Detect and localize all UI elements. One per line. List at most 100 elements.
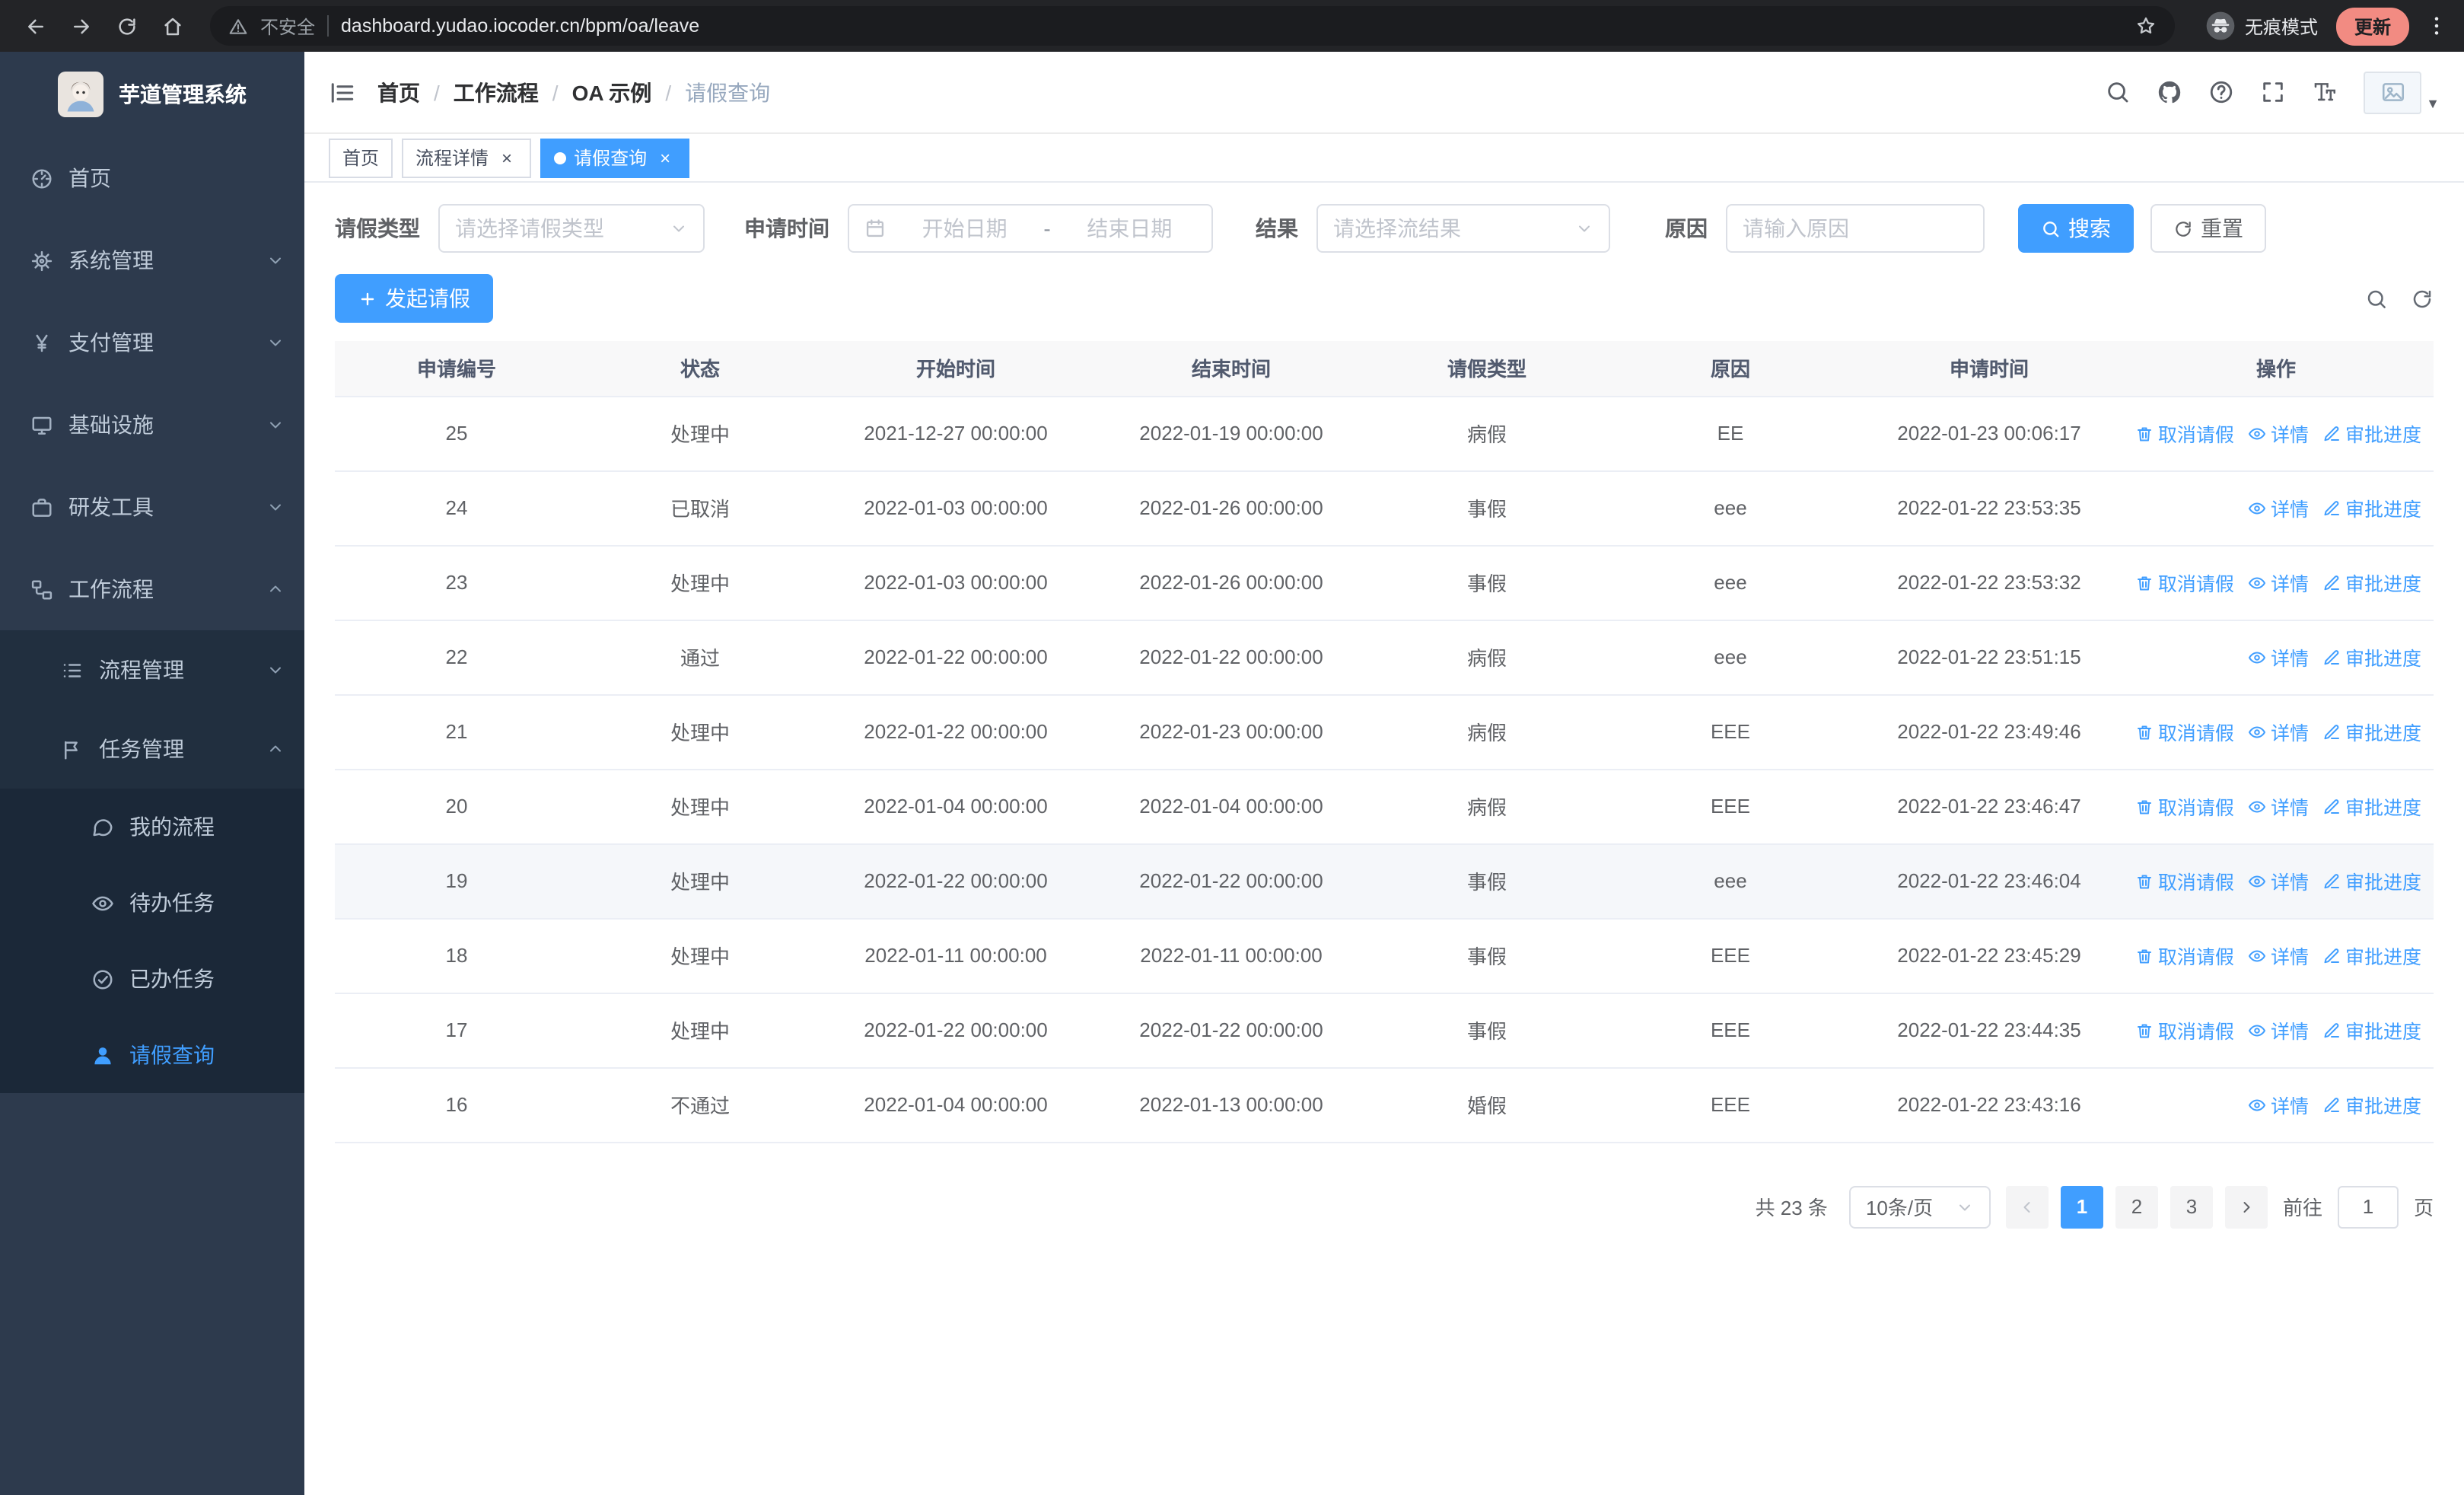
- cell-actions: 详情 审批进度: [2119, 1067, 2434, 1143]
- goto-page-input[interactable]: [2337, 1185, 2399, 1228]
- gear-icon: [30, 249, 53, 272]
- reason-input[interactable]: [1726, 204, 1985, 253]
- approval-progress-link[interactable]: 审批进度: [2322, 419, 2421, 448]
- prev-page-button[interactable]: [2005, 1185, 2049, 1228]
- approval-progress-link[interactable]: 审批进度: [2322, 941, 2421, 970]
- page-size-select[interactable]: 10条/页: [1848, 1185, 1991, 1228]
- action-label: 取消请假: [2157, 947, 2234, 968]
- sidebar-item-todo-tasks[interactable]: 待办任务: [0, 865, 304, 941]
- refresh-table-icon[interactable]: [2411, 287, 2434, 310]
- sidebar-item-payment[interactable]: 支付管理: [0, 301, 304, 384]
- detail-link[interactable]: 详情: [2248, 866, 2309, 895]
- reload-icon[interactable]: [107, 6, 146, 46]
- address-bar[interactable]: 不安全 dashboard.yudao.iocoder.cn/bpm/oa/le…: [210, 6, 2175, 46]
- sidebar-item-workflow[interactable]: 工作流程: [0, 548, 304, 630]
- cancel-leave-link[interactable]: 取消请假: [2135, 941, 2234, 970]
- bookmark-star-icon[interactable]: [2135, 15, 2157, 37]
- approval-progress-link[interactable]: 审批进度: [2322, 1090, 2421, 1119]
- github-icon[interactable]: [2157, 79, 2182, 105]
- search-icon[interactable]: [2105, 79, 2131, 105]
- close-icon[interactable]: ×: [654, 147, 676, 168]
- breadcrumb-separator: /: [434, 80, 440, 104]
- detail-link[interactable]: 详情: [2248, 1015, 2309, 1044]
- apply-time-range-picker[interactable]: 开始日期 - 结束日期: [848, 204, 1213, 253]
- detail-link[interactable]: 详情: [2248, 1090, 2309, 1119]
- font-size-icon[interactable]: [2312, 79, 2338, 105]
- search-button[interactable]: 搜索: [2018, 204, 2134, 253]
- cell-reason: EE: [1601, 396, 1860, 471]
- chevron-up-icon: [266, 740, 285, 758]
- edit-icon: [2322, 1095, 2341, 1114]
- result-select[interactable]: 请选择流结果: [1316, 204, 1610, 253]
- cancel-leave-link[interactable]: 取消请假: [2135, 1015, 2234, 1044]
- update-button[interactable]: 更新: [2335, 7, 2409, 45]
- edit-icon: [2322, 872, 2341, 890]
- approval-progress-link[interactable]: 审批进度: [2322, 866, 2421, 895]
- close-icon[interactable]: ×: [496, 147, 517, 168]
- home-icon[interactable]: [152, 6, 192, 46]
- approval-progress-link[interactable]: 审批进度: [2322, 493, 2421, 522]
- column-header: 原因: [1601, 341, 1860, 397]
- edit-icon: [2322, 1021, 2341, 1039]
- cancel-leave-link[interactable]: 取消请假: [2135, 792, 2234, 821]
- detail-link[interactable]: 详情: [2248, 717, 2309, 746]
- edit-icon: [2322, 722, 2341, 741]
- sidebar-item-label: 研发工具: [68, 495, 154, 519]
- approval-progress-link[interactable]: 审批进度: [2322, 642, 2421, 671]
- eye-icon: [2248, 499, 2266, 517]
- sidebar-item-devtools[interactable]: 研发工具: [0, 466, 304, 548]
- sidebar-item-process-mgmt[interactable]: 流程管理: [0, 630, 304, 709]
- tab-leave-query[interactable]: 请假查询 ×: [540, 138, 690, 177]
- reason-label: 原因: [1665, 216, 1708, 241]
- chevron-down-icon: [266, 498, 285, 516]
- approval-progress-link[interactable]: 审批进度: [2322, 568, 2421, 597]
- tab-process-detail[interactable]: 流程详情 ×: [402, 138, 532, 177]
- sidebar-item-system[interactable]: 系统管理: [0, 219, 304, 301]
- cell-applied: 2022-01-22 23:45:29: [1860, 918, 2119, 993]
- detail-link[interactable]: 详情: [2248, 642, 2309, 671]
- create-leave-button[interactable]: 发起请假: [335, 274, 493, 323]
- page-number-button[interactable]: 3: [2170, 1185, 2213, 1228]
- breadcrumb-item[interactable]: 工作流程: [454, 77, 539, 107]
- leave-type-select[interactable]: 请选择请假类型: [438, 204, 705, 253]
- breadcrumb-item[interactable]: 首页: [377, 77, 420, 107]
- sidebar-item-my-process[interactable]: 我的流程: [0, 789, 304, 865]
- detail-link[interactable]: 详情: [2248, 792, 2309, 821]
- help-icon[interactable]: [2208, 79, 2234, 105]
- reset-button[interactable]: 重置: [2150, 204, 2266, 253]
- breadcrumb-item[interactable]: OA 示例: [572, 77, 652, 107]
- fullscreen-icon[interactable]: [2260, 79, 2286, 105]
- briefcase-icon: [30, 496, 53, 518]
- sidebar-item-infra[interactable]: 基础设施: [0, 384, 304, 466]
- sidebar-item-leave-query[interactable]: 请假查询: [0, 1017, 304, 1093]
- column-header: 结束时间: [1090, 341, 1373, 397]
- cell-type: 事假: [1373, 470, 1601, 546]
- approval-progress-link[interactable]: 审批进度: [2322, 792, 2421, 821]
- back-icon[interactable]: [15, 6, 55, 46]
- sidebar-item-task-mgmt[interactable]: 任务管理: [0, 709, 304, 789]
- detail-link[interactable]: 详情: [2248, 419, 2309, 448]
- cancel-leave-link[interactable]: 取消请假: [2135, 568, 2234, 597]
- search-toggle-icon[interactable]: [2365, 287, 2388, 310]
- sidebar-toggle-icon[interactable]: [329, 78, 356, 106]
- sidebar-item-done-tasks[interactable]: 已办任务: [0, 941, 304, 1017]
- calendar-icon: [864, 218, 886, 239]
- cancel-leave-link[interactable]: 取消请假: [2135, 419, 2234, 448]
- user-avatar[interactable]: ▼: [2364, 71, 2440, 113]
- tab-home[interactable]: 首页: [329, 138, 393, 177]
- page-number-button[interactable]: 2: [2115, 1185, 2158, 1228]
- sidebar-item-label: 支付管理: [68, 330, 154, 355]
- forward-icon[interactable]: [61, 6, 100, 46]
- logo-avatar: [58, 72, 103, 117]
- detail-link[interactable]: 详情: [2248, 568, 2309, 597]
- cancel-leave-link[interactable]: 取消请假: [2135, 866, 2234, 895]
- approval-progress-link[interactable]: 审批进度: [2322, 1015, 2421, 1044]
- page-number-button[interactable]: 1: [2060, 1185, 2103, 1228]
- browser-menu-icon[interactable]: [2424, 14, 2449, 38]
- next-page-button[interactable]: [2224, 1185, 2268, 1228]
- cancel-leave-link[interactable]: 取消请假: [2135, 717, 2234, 746]
- approval-progress-link[interactable]: 审批进度: [2322, 717, 2421, 746]
- detail-link[interactable]: 详情: [2248, 941, 2309, 970]
- detail-link[interactable]: 详情: [2248, 493, 2309, 522]
- sidebar-item-home[interactable]: 首页: [0, 137, 304, 219]
